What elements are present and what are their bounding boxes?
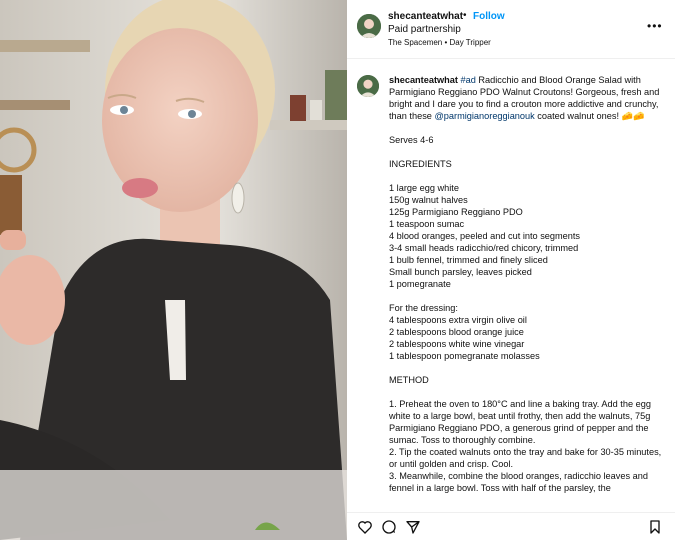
ingredient-line: 3-4 small heads radicchio/red chicory, t… bbox=[389, 243, 579, 253]
paid-partnership-label[interactable]: Paid partnership bbox=[388, 24, 461, 35]
dressing-line: 1 tablespoon pomegranate molasses bbox=[389, 351, 540, 361]
caption-mention[interactable]: @parmigianoreggianouk bbox=[434, 111, 534, 121]
ingredient-line: 1 bulb fennel, trimmed and finely sliced bbox=[389, 255, 548, 265]
ingredient-line: Small bunch parsley, leaves picked bbox=[389, 267, 532, 277]
photo-illustration bbox=[0, 0, 347, 540]
header-username[interactable]: shecanteatwhat bbox=[388, 11, 463, 22]
ingredient-line: 1 large egg white bbox=[389, 183, 459, 193]
share-icon[interactable] bbox=[405, 519, 421, 540]
method-heading: METHOD bbox=[389, 375, 429, 385]
caption-avatar[interactable] bbox=[357, 75, 379, 97]
method-step: 2. Tip the coated walnuts onto the tray … bbox=[389, 447, 662, 469]
dressing-line: 4 tablespoons extra virgin olive oil bbox=[389, 315, 527, 325]
dressing-line: 2 tablespoons blood orange juice bbox=[389, 327, 524, 337]
serves-text: Serves 4-6 bbox=[389, 135, 434, 145]
post-side-panel: shecanteatwhat • Follow Paid partnership… bbox=[347, 0, 675, 541]
caption-username[interactable]: shecanteatwhat bbox=[389, 75, 458, 85]
post-photo[interactable] bbox=[0, 0, 347, 540]
instagram-post: shecanteatwhat • Follow Paid partnership… bbox=[0, 0, 675, 541]
more-options-icon[interactable]: ••• bbox=[647, 19, 663, 33]
caption-hashtag[interactable]: #ad bbox=[461, 75, 476, 85]
ingredients-heading: INGREDIENTS bbox=[389, 159, 452, 169]
action-bar bbox=[347, 512, 675, 541]
post-caption: shecanteatwhat #ad Radicchio and Blood O… bbox=[389, 74, 671, 494]
comment-icon[interactable] bbox=[381, 519, 397, 540]
method-step: 1. Preheat the oven to 180°C and line a … bbox=[389, 399, 651, 445]
ingredient-line: 4 blood oranges, peeled and cut into seg… bbox=[389, 231, 581, 241]
avatar-image bbox=[357, 14, 381, 38]
caption-intro: shecanteatwhat #ad Radicchio and Blood O… bbox=[389, 74, 671, 122]
heart-icon[interactable] bbox=[357, 519, 373, 540]
dressing-heading: For the dressing: bbox=[389, 303, 458, 313]
music-label[interactable]: The Spacemen • Day Tripper bbox=[388, 38, 491, 47]
follow-button[interactable]: Follow bbox=[473, 11, 505, 22]
post-header: shecanteatwhat • Follow Paid partnership… bbox=[347, 0, 675, 59]
dressing-line: 2 tablespoons white wine vinegar bbox=[389, 339, 525, 349]
ingredient-line: 150g walnut halves bbox=[389, 195, 468, 205]
caption-intro-text-2: coated walnut ones! 🧀🧀 bbox=[537, 111, 645, 121]
ingredient-line: 1 teaspoon sumac bbox=[389, 219, 465, 229]
ingredient-line: 125g Parmigiano Reggiano PDO bbox=[389, 207, 523, 217]
method-step: 3. Meanwhile, combine the blood oranges,… bbox=[389, 471, 648, 493]
ingredient-line: 1 pomegranate bbox=[389, 279, 451, 289]
avatar-image bbox=[357, 75, 379, 97]
avatar[interactable] bbox=[357, 14, 381, 38]
bookmark-icon[interactable] bbox=[647, 519, 663, 540]
header-separator: • bbox=[463, 10, 467, 21]
